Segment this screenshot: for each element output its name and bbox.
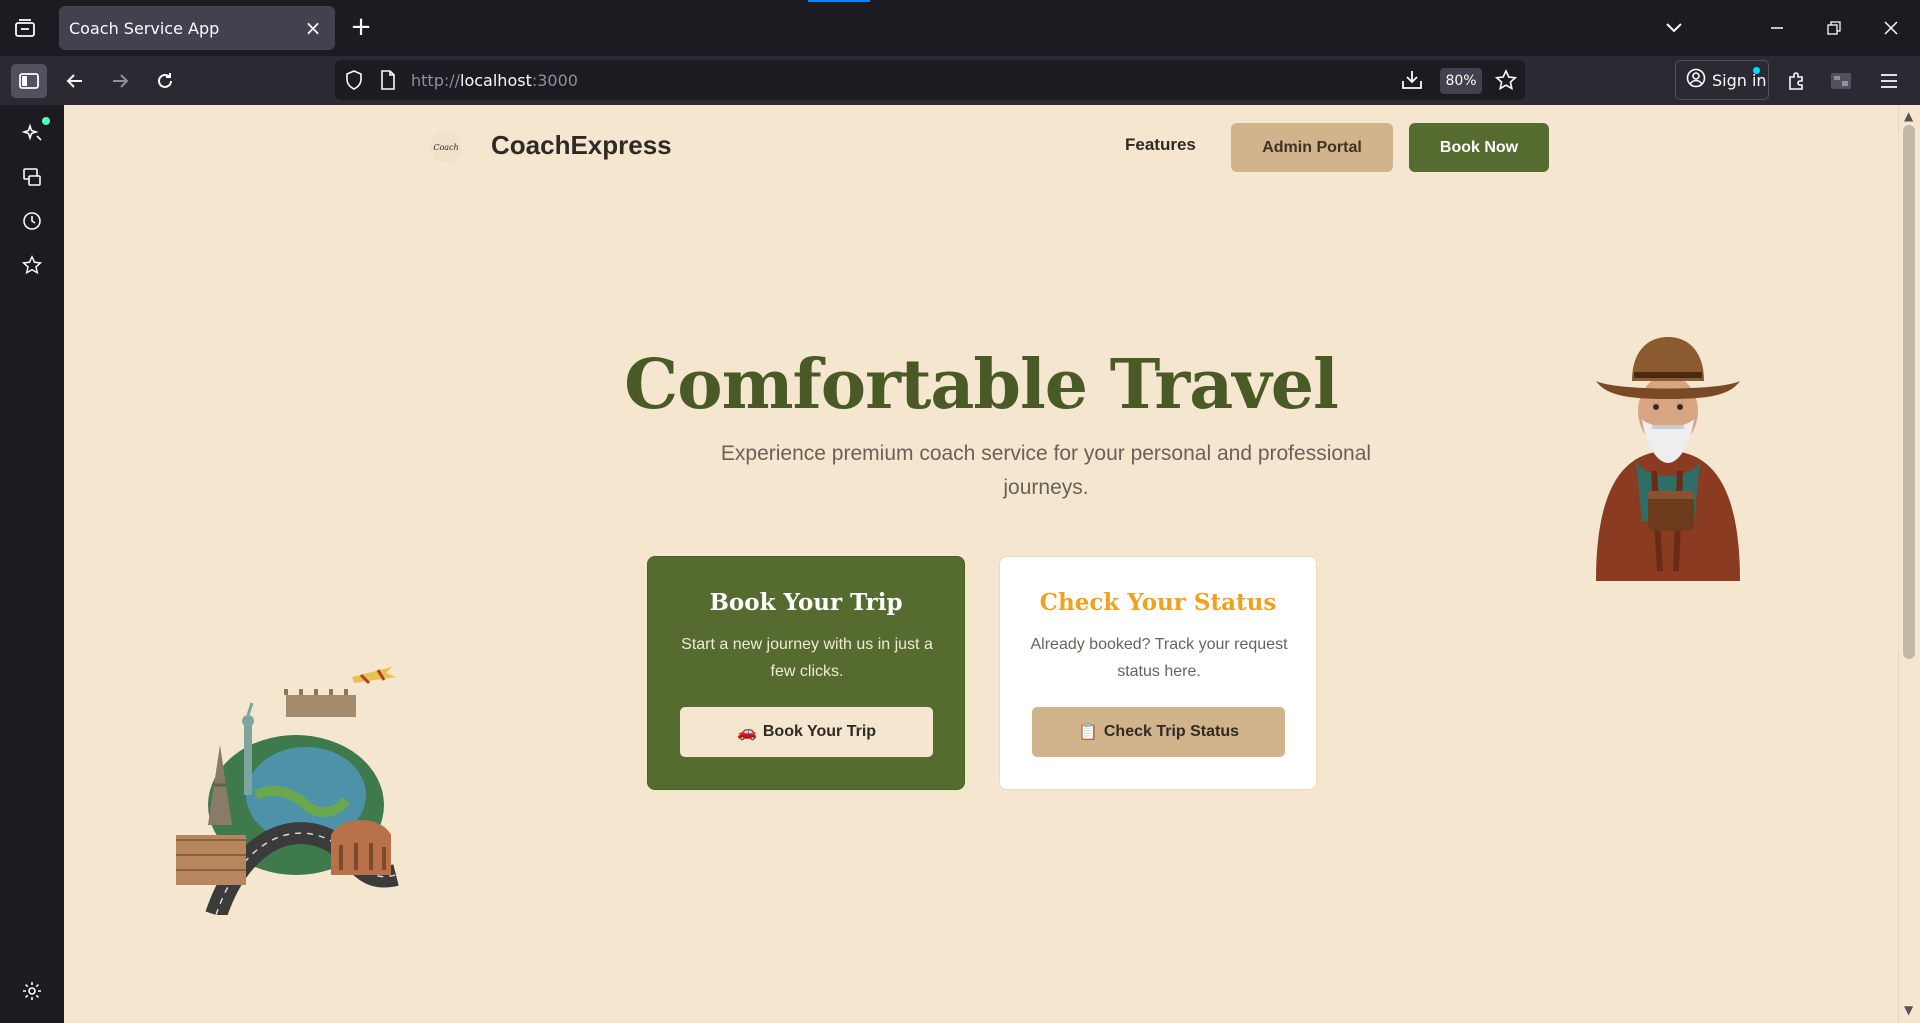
page-viewport: Coach CoachExpress Features Admin Portal…	[64, 105, 1898, 1023]
hero-subtitle: Experience premium coach service for you…	[720, 442, 1372, 499]
scroll-down-arrow-icon[interactable]: ▼	[1904, 1003, 1913, 1017]
check-trip-status-button-label: Check Trip Status	[1103, 723, 1240, 740]
back-icon[interactable]	[57, 64, 93, 98]
tab-overview-icon[interactable]	[12, 16, 38, 40]
sign-in-button[interactable]: Sign in	[1675, 60, 1769, 100]
close-tab-icon[interactable]: ×	[301, 16, 325, 40]
forward-icon[interactable]	[102, 64, 138, 98]
page-info-icon[interactable]	[380, 70, 396, 94]
admin-portal-button[interactable]: Admin Portal	[1231, 123, 1393, 172]
new-tab-icon[interactable]: +	[345, 14, 377, 42]
check-status-card-description: Already booked? Track your request statu…	[1030, 636, 1288, 680]
check-status-card-title: Check Your Status	[1039, 589, 1277, 616]
app-menu-icon[interactable]	[1871, 64, 1907, 98]
url-scheme: http://	[411, 71, 461, 90]
shield-icon[interactable]	[345, 70, 363, 94]
url-host: localhost	[460, 71, 532, 90]
url-port: :3000	[531, 71, 578, 90]
bookmarks-icon[interactable]	[18, 251, 46, 279]
account-icon	[1686, 68, 1706, 92]
book-trip-card-title: Book Your Trip	[709, 589, 903, 616]
url-text[interactable]: http://localhost:3000	[411, 71, 578, 90]
browser-tab[interactable]: Coach Service App ×	[59, 6, 335, 50]
minimize-icon[interactable]	[1763, 14, 1791, 42]
brand-name[interactable]: CoachExpress	[491, 130, 672, 161]
sidebar-settings-gear-icon[interactable]	[18, 977, 46, 1005]
tab-accent-bar	[808, 0, 870, 2]
book-trip-card-description: Start a new journey with us in just a fe…	[681, 636, 933, 680]
page-scrollbar[interactable]: ▲ ▼	[1898, 105, 1920, 1023]
zoom-level-badge[interactable]: 80%	[1440, 68, 1482, 94]
browser-sidebar	[0, 105, 64, 1023]
car-icon: 🚗	[736, 724, 757, 741]
world-landmarks-illustration	[176, 667, 399, 915]
history-icon[interactable]	[18, 207, 46, 235]
browser-toolbar: http://localhost:3000 80% Sign in	[0, 56, 1920, 105]
book-your-trip-button[interactable]: 🚗 Book Your Trip	[680, 707, 933, 757]
url-bar[interactable]: http://localhost:3000 80%	[335, 60, 1525, 100]
check-status-card: Check Your Status Already booked? Track …	[999, 556, 1317, 790]
reload-icon[interactable]	[147, 64, 183, 98]
site-header: Coach CoachExpress Features Admin Portal…	[430, 121, 1616, 173]
restore-icon[interactable]	[1820, 14, 1848, 42]
list-all-tabs-icon[interactable]	[1660, 14, 1688, 42]
sidebar-toggle-icon[interactable]	[11, 64, 47, 98]
close-window-icon[interactable]	[1877, 14, 1905, 42]
ai-chatbot-dot	[42, 117, 50, 125]
book-your-trip-button-label: Book Your Trip	[762, 723, 877, 740]
scrollbar-thumb[interactable]	[1903, 125, 1915, 659]
browser-titlebar: Coach Service App × +	[0, 0, 1920, 56]
tab-title: Coach Service App	[69, 18, 220, 38]
save-page-icon[interactable]	[1401, 69, 1423, 95]
book-now-button[interactable]: Book Now	[1409, 123, 1549, 172]
extension-widget-icon[interactable]	[1823, 64, 1859, 98]
check-trip-status-button[interactable]: 📋 Check Trip Status	[1032, 707, 1285, 757]
clipboard-icon: 📋	[1077, 724, 1098, 741]
site-logo[interactable]: Coach	[430, 131, 462, 163]
logo-text: Coach	[433, 142, 459, 152]
book-trip-card: Book Your Trip Start a new journey with …	[647, 556, 965, 790]
notification-dot	[1753, 67, 1760, 74]
traveler-illustration	[1596, 337, 1740, 581]
synced-tabs-icon[interactable]	[18, 163, 46, 191]
bookmark-star-icon[interactable]	[1494, 69, 1518, 95]
extensions-icon[interactable]	[1778, 64, 1814, 98]
scroll-up-arrow-icon[interactable]: ▲	[1904, 109, 1913, 123]
nav-features-link[interactable]: Features	[1125, 135, 1196, 155]
